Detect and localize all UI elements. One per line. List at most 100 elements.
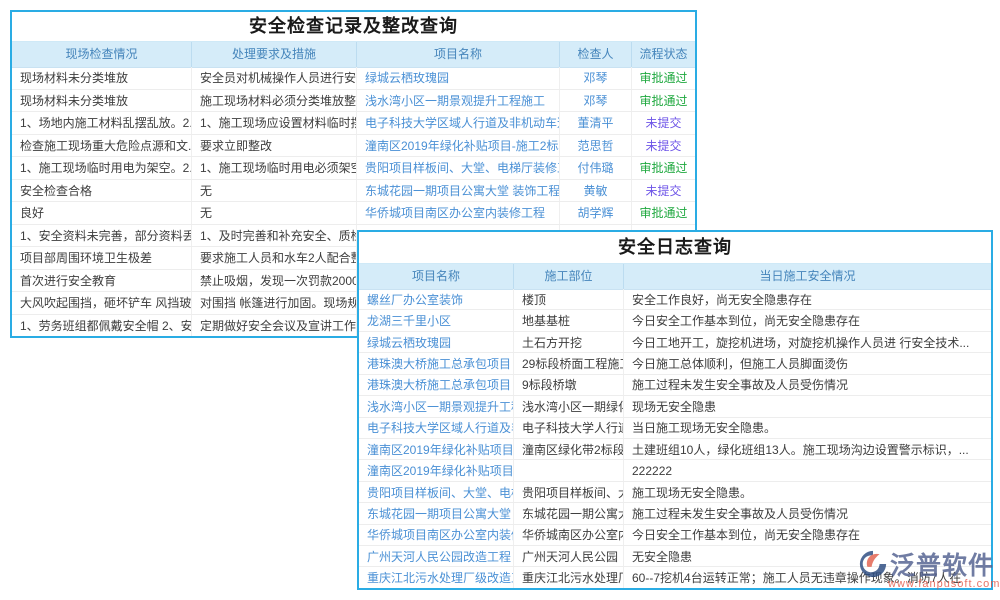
safety-log-table-row[interactable]: 螺丝厂办公室装饰 楼顶 安全工作良好，尚无安全隐患存在 [359, 289, 991, 310]
daily-safety-cell: 60--7挖机4台运转正常；施工人员无违章操作现象。消防7人在 [624, 567, 991, 587]
construction-part-cell: 29标段桥面工程施工 [514, 353, 624, 373]
inspector-link[interactable]: 黄敏 [560, 180, 632, 202]
inspection-table-row[interactable]: 现场材料未分类堆放 施工现场材料必须分类堆放整齐... 浅水湾小区一期景观提升工… [12, 90, 695, 113]
measures-cell: 施工现场材料必须分类堆放整齐... [192, 90, 357, 112]
inspection-table-row[interactable]: 1、场地内施工材料乱摆乱放。2... 1、施工现场应设置材料临时摆... 电子科… [12, 112, 695, 135]
daily-safety-cell: 安全工作良好，尚无安全隐患存在 [624, 289, 991, 309]
measures-cell: 1、施工现场应设置材料临时摆... [192, 112, 357, 134]
construction-part-cell: 贵阳项目样板间、大堂、... [514, 482, 624, 502]
safety-log-table-row[interactable]: 潼南区2019年绿化补贴项目-施工2标段 潼南区绿化带2标段 土建班组10人，绿… [359, 439, 991, 460]
measures-cell: 无 [192, 202, 357, 224]
construction-part-cell: 9标段桥墩 [514, 375, 624, 395]
safety-log-table-row[interactable]: 龙湖三千里小区 地基基桩 今日安全工作基本到位，尚无安全隐患存在 [359, 310, 991, 331]
col-header-inspector: 检查人 [560, 42, 632, 67]
inspection-table-row[interactable]: 安全检查合格 无 东城花园一期项目公寓大堂 装饰工程 黄敏 未提交 [12, 180, 695, 203]
measures-cell: 1、及时完善和补充安全、质检... [192, 225, 357, 247]
col-header-construction-part: 施工部位 [514, 264, 624, 289]
inspection-panel-title: 安全检查记录及整改查询 [12, 12, 695, 42]
log-project-link[interactable]: 绿城云栖玫瑰园 [359, 332, 514, 352]
situation-cell: 首次进行安全教育 [12, 270, 192, 292]
safety-log-table-row[interactable]: 港珠澳大桥施工总承包项目 29标段桥面工程施工 今日施工总体顺利，但施工人员脚面… [359, 353, 991, 374]
measures-cell: 无 [192, 180, 357, 202]
log-project-link[interactable]: 港珠澳大桥施工总承包项目 [359, 353, 514, 373]
situation-cell: 1、施工现场临时用电为架空。2... [12, 157, 192, 179]
daily-safety-cell: 今日工地开工，旋挖机进场，对旋挖机操作人员进 行安全技术... [624, 332, 991, 352]
measures-cell: 定期做好安全会议及宣讲工作 [192, 315, 357, 337]
safety-log-table-row[interactable]: 重庆江北污水处理厂级改造工程-道路修复 重庆江北污水处理厂内部... 60--7… [359, 567, 991, 587]
log-project-link[interactable]: 潼南区2019年绿化补贴项目-施工2标段 [359, 460, 514, 480]
log-project-link[interactable]: 螺丝厂办公室装饰 [359, 289, 514, 309]
safety-log-table-row[interactable]: 广州天河人民公园改造工程 广州天河人民公园 无安全隐患 [359, 546, 991, 567]
safety-log-table-row[interactable]: 贵阳项目样板间、大堂、电梯厅装修工程 贵阳项目样板间、大堂、... 施工现场无安… [359, 482, 991, 503]
log-project-link[interactable]: 贵阳项目样板间、大堂、电梯厅装修工程 [359, 482, 514, 502]
safety-log-table-row[interactable]: 东城花园一期项目公寓大堂 装饰工程 东城花园一期公寓大堂 施工过程未发生安全事故… [359, 503, 991, 524]
safety-log-table-body: 螺丝厂办公室装饰 楼顶 安全工作良好，尚无安全隐患存在 龙湖三千里小区 地基基桩… [359, 289, 991, 588]
situation-cell: 良好 [12, 202, 192, 224]
project-name-link[interactable]: 贵阳项目样板间、大堂、电梯厅装修工程 [357, 157, 560, 179]
inspector-link[interactable]: 邓琴 [560, 67, 632, 89]
safety-log-table-row[interactable]: 港珠澳大桥施工总承包项目 9标段桥墩 施工过程未发生安全事故及人员受伤情况 [359, 375, 991, 396]
project-name-link[interactable]: 潼南区2019年绿化补贴项目-施工2标段 [357, 135, 560, 157]
inspector-link[interactable]: 邓琴 [560, 90, 632, 112]
project-name-link[interactable]: 东城花园一期项目公寓大堂 装饰工程 [357, 180, 560, 202]
safety-log-table-row[interactable]: 浅水湾小区一期景观提升工程施工 浅水湾小区一期绿化地 现场无安全隐患 [359, 396, 991, 417]
log-project-link[interactable]: 电子科技大学区域人行道及非机动车道工程 [359, 418, 514, 438]
inspector-link[interactable]: 范思哲 [560, 135, 632, 157]
log-project-link[interactable]: 潼南区2019年绿化补贴项目-施工2标段 [359, 439, 514, 459]
log-project-link[interactable]: 龙湖三千里小区 [359, 310, 514, 330]
inspection-table-row[interactable]: 检查施工现场重大危险点源和文... 要求立即整改 潼南区2019年绿化补贴项目-… [12, 135, 695, 158]
inspector-link[interactable]: 董清平 [560, 112, 632, 134]
project-name-link[interactable]: 浅水湾小区一期景观提升工程施工 [357, 90, 560, 112]
inspection-table-row[interactable]: 现场材料未分类堆放 安全员对机械操作人员进行安全... 绿城云栖玫瑰园 邓琴 审… [12, 67, 695, 90]
situation-cell: 项目部周围环境卫生极差 [12, 247, 192, 269]
daily-safety-cell: 现场无安全隐患 [624, 396, 991, 416]
daily-safety-cell: 施工现场无安全隐患。 [624, 482, 991, 502]
daily-safety-cell: 施工过程未发生安全事故及人员受伤情况 [624, 375, 991, 395]
desktop-canvas: 安全检查记录及整改查询 现场检查情况 处理要求及措施 项目名称 检查人 流程状态… [0, 0, 1000, 600]
project-name-link[interactable]: 绿城云栖玫瑰园 [357, 67, 560, 89]
daily-safety-cell: 无安全隐患 [624, 546, 991, 566]
situation-cell: 1、劳务班组都佩戴安全帽 2、安... [12, 315, 192, 337]
situation-cell: 检查施工现场重大危险点源和文... [12, 135, 192, 157]
measures-cell: 1、施工现场临时用电必须架空... [192, 157, 357, 179]
situation-cell: 1、场地内施工材料乱摆乱放。2... [12, 112, 192, 134]
project-name-link[interactable]: 电子科技大学区域人行道及非机动车道工程 [357, 112, 560, 134]
daily-safety-cell: 土建班组10人，绿化班组13人。施工现场沟边设置警示标识，... [624, 439, 991, 459]
safety-log-table-row[interactable]: 华侨城项目南区办公室内装修工程 华侨城南区办公室内 今日安全工作基本到位，尚无安… [359, 525, 991, 546]
construction-part-cell: 浅水湾小区一期绿化地 [514, 396, 624, 416]
safety-log-table-row[interactable]: 电子科技大学区域人行道及非机动车道工程 电子科技大学人行道及非... 当日施工现… [359, 418, 991, 439]
col-header-log-project: 项目名称 [359, 264, 514, 289]
inspection-table-row[interactable]: 良好 无 华侨城项目南区办公室内装修工程 胡学辉 审批通过 [12, 202, 695, 225]
log-project-link[interactable]: 港珠澳大桥施工总承包项目 [359, 375, 514, 395]
construction-part-cell: 广州天河人民公园 [514, 546, 624, 566]
safety-log-panel-title: 安全日志查询 [359, 232, 991, 264]
inspection-table-row[interactable]: 1、施工现场临时用电为架空。2... 1、施工现场临时用电必须架空... 贵阳项… [12, 157, 695, 180]
log-project-link[interactable]: 重庆江北污水处理厂级改造工程-道路修复 [359, 567, 514, 587]
log-project-link[interactable]: 东城花园一期项目公寓大堂 装饰工程 [359, 503, 514, 523]
construction-part-cell: 土石方开挖 [514, 332, 624, 352]
construction-part-cell: 重庆江北污水处理厂内部... [514, 567, 624, 587]
daily-safety-cell: 222222 [624, 460, 991, 480]
safety-log-table-row[interactable]: 潼南区2019年绿化补贴项目-施工2标段 222222 [359, 460, 991, 481]
safety-log-header-row: 项目名称 施工部位 当日施工安全情况 [359, 264, 991, 290]
inspector-link[interactable]: 付伟璐 [560, 157, 632, 179]
log-project-link[interactable]: 浅水湾小区一期景观提升工程施工 [359, 396, 514, 416]
flow-status-badge: 审批通过 [632, 157, 695, 179]
flow-status-badge: 未提交 [632, 180, 695, 202]
col-header-flow-status: 流程状态 [632, 42, 695, 67]
situation-cell: 现场材料未分类堆放 [12, 90, 192, 112]
flow-status-badge: 审批通过 [632, 90, 695, 112]
measures-cell: 要求立即整改 [192, 135, 357, 157]
log-project-link[interactable]: 广州天河人民公园改造工程 [359, 546, 514, 566]
construction-part-cell: 电子科技大学人行道及非... [514, 418, 624, 438]
flow-status-badge: 未提交 [632, 112, 695, 134]
construction-part-cell: 潼南区绿化带2标段 [514, 439, 624, 459]
safety-log-table-row[interactable]: 绿城云栖玫瑰园 土石方开挖 今日工地开工，旋挖机进场，对旋挖机操作人员进 行安全… [359, 332, 991, 353]
log-project-link[interactable]: 华侨城项目南区办公室内装修工程 [359, 525, 514, 545]
situation-cell: 安全检查合格 [12, 180, 192, 202]
measures-cell: 安全员对机械操作人员进行安全... [192, 67, 357, 89]
daily-safety-cell: 今日安全工作基本到位，尚无安全隐患存在 [624, 525, 991, 545]
project-name-link[interactable]: 华侨城项目南区办公室内装修工程 [357, 202, 560, 224]
inspector-link[interactable]: 胡学辉 [560, 202, 632, 224]
col-header-project-name: 项目名称 [357, 42, 560, 67]
